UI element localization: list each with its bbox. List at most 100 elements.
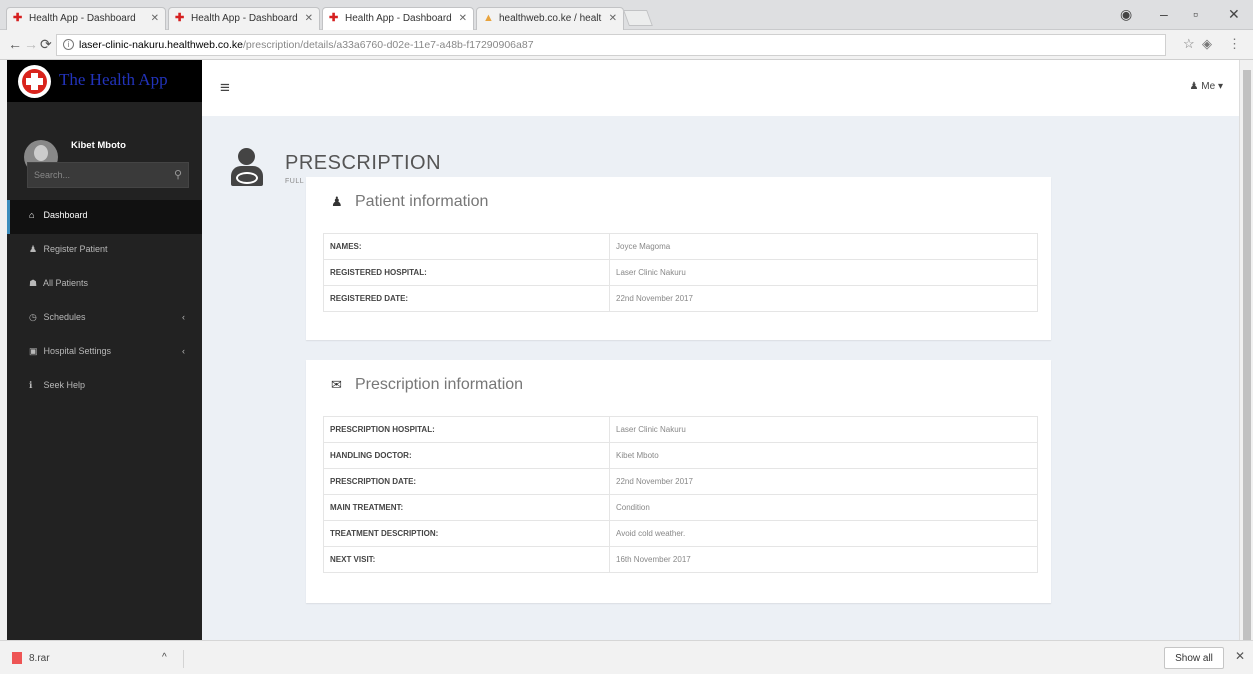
table-row: REGISTERED HOSPITAL: Laser Clinic Nakuru: [323, 259, 1038, 286]
health-app-favicon-icon: ✚: [329, 12, 339, 24]
sidebar-item-label: Register Patient: [43, 244, 108, 254]
sidebar-item-label: All Patients: [43, 278, 89, 288]
browser-tab[interactable]: ✚ Health App - Dashboard ✕: [6, 7, 166, 30]
bookmark-star-icon[interactable]: ☆: [1183, 36, 1195, 52]
sidebar-item-dashboard[interactable]: ⌂ Dashboard: [7, 200, 202, 234]
field-label: NEXT VISIT:: [323, 546, 610, 573]
user-icon: ♟: [1189, 81, 1199, 92]
sidebar: The Health App Kibet Mboto Search... ⚲ ⌂…: [7, 60, 202, 640]
show-all-button[interactable]: Show all: [1164, 647, 1224, 669]
url-input[interactable]: i laser-clinic-nakuru.healthweb.co.ke/pr…: [56, 34, 1166, 56]
envelope-icon: ✉: [331, 377, 342, 392]
phpmyadmin-favicon-icon: ▲: [483, 12, 494, 24]
extension-icon[interactable]: ◈: [1202, 36, 1212, 52]
chevron-up-icon[interactable]: ^: [162, 652, 167, 663]
profile-icon[interactable]: ◉: [1120, 6, 1132, 23]
download-item[interactable]: 8.rar ^: [12, 650, 184, 668]
sidebar-item-hospital-settings[interactable]: ▣ Hospital Settings ‹: [7, 336, 202, 370]
browser-tab[interactable]: ✚ Health App - Dashboard ✕: [322, 7, 474, 30]
tab-title: healthweb.co.ke / healt: [499, 13, 602, 24]
user-menu-dropdown[interactable]: ♟ Me ▾: [1190, 81, 1223, 92]
table-row: PRESCRIPTION HOSPITAL: Laser Clinic Naku…: [323, 416, 1038, 443]
new-tab-button[interactable]: [623, 10, 653, 26]
close-icon[interactable]: ✕: [305, 13, 313, 24]
hamburger-menu-icon[interactable]: ≡: [220, 78, 230, 98]
box-title: Patient information: [355, 193, 489, 210]
site-info-icon[interactable]: i: [63, 39, 74, 50]
close-icon[interactable]: ✕: [1235, 649, 1245, 663]
table-row: PRESCRIPTION DATE: 22nd November 2017: [323, 468, 1038, 495]
field-label: MAIN TREATMENT:: [323, 494, 610, 521]
field-value: Avoid cold weather.: [609, 520, 1038, 547]
field-value: Joyce Magoma: [609, 233, 1038, 260]
vertical-scrollbar[interactable]: [1239, 60, 1253, 644]
tab-title: Health App - Dashboard: [191, 13, 298, 24]
caret-down-icon: ▾: [1217, 81, 1223, 92]
reload-icon[interactable]: ⟳: [40, 36, 52, 53]
user-icon: ♟: [331, 194, 343, 209]
box-header: ✉ Prescription information: [331, 376, 523, 394]
field-label: REGISTERED HOSPITAL:: [323, 259, 610, 286]
table-row: REGISTERED DATE: 22nd November 2017: [323, 285, 1038, 312]
browser-tab-bar: ✚ Health App - Dashboard ✕ ✚ Health App …: [0, 0, 1253, 30]
search-placeholder: Search...: [34, 170, 71, 180]
download-bar: 8.rar ^ Show all ✕: [0, 640, 1253, 674]
field-value: Laser Clinic Nakuru: [609, 259, 1038, 286]
window-close-icon[interactable]: ✕: [1228, 6, 1240, 23]
field-label: TREATMENT DESCRIPTION:: [323, 520, 610, 547]
chevron-left-icon: ‹: [182, 346, 185, 356]
clock-icon: ◷: [29, 312, 37, 322]
logo-bar[interactable]: The Health App: [7, 60, 202, 102]
maximize-icon[interactable]: ▫: [1193, 6, 1198, 22]
sidebar-item-label: Schedules: [43, 312, 86, 322]
minimize-icon[interactable]: –: [1160, 6, 1168, 22]
sidebar-item-register-patient[interactable]: ♟ Register Patient: [7, 234, 202, 268]
table-row: MAIN TREATMENT: Condition: [323, 494, 1038, 521]
table-row: TREATMENT DESCRIPTION: Avoid cold weathe…: [323, 520, 1038, 547]
browser-address-bar: ← → ⟳ i laser-clinic-nakuru.healthweb.co…: [0, 30, 1253, 60]
close-icon[interactable]: ✕: [151, 13, 159, 24]
field-label: HANDLING DOCTOR:: [323, 442, 610, 469]
sidebar-menu: ⌂ Dashboard ♟ Register Patient ☗ All Pat…: [7, 200, 202, 404]
forward-icon[interactable]: →: [24, 36, 38, 52]
table-row: NEXT VISIT: 16th November 2017: [323, 546, 1038, 573]
browser-tab[interactable]: ▲ healthweb.co.ke / healt ✕: [476, 7, 624, 30]
sidebar-item-seek-help[interactable]: ℹ Seek Help: [7, 370, 202, 404]
main-content: PRESCRIPTION FULL DETAILS ♟Patient infor…: [202, 116, 1239, 640]
user-icon: ♟: [29, 244, 38, 254]
sidebar-item-label: Dashboard: [43, 210, 88, 220]
sidebar-user-name: Kibet Mboto: [71, 140, 126, 151]
patient-info-table: NAMES: Joyce Magoma REGISTERED HOSPITAL:…: [323, 233, 1038, 312]
field-value: 22nd November 2017: [609, 468, 1038, 495]
field-value: Kibet Mboto: [609, 442, 1038, 469]
sidebar-item-label: Hospital Settings: [43, 346, 112, 356]
red-cross-logo-icon: [18, 65, 51, 98]
health-app-favicon-icon: ✚: [13, 12, 23, 24]
search-icon[interactable]: ⚲: [174, 168, 182, 181]
field-label: PRESCRIPTION HOSPITAL:: [323, 416, 610, 443]
field-label: PRESCRIPTION DATE:: [323, 468, 610, 495]
close-icon[interactable]: ✕: [609, 13, 617, 24]
table-row: HANDLING DOCTOR: Kibet Mboto: [323, 442, 1038, 469]
scrollbar-thumb[interactable]: [1243, 70, 1251, 644]
field-label: NAMES:: [323, 233, 610, 260]
sidebar-search-input[interactable]: Search... ⚲: [27, 162, 189, 188]
page-title: PRESCRIPTION: [285, 152, 442, 174]
browser-tab[interactable]: ✚ Health App - Dashboard ✕: [168, 7, 320, 30]
close-icon[interactable]: ✕: [459, 13, 467, 24]
info-icon: ℹ: [29, 380, 33, 390]
users-icon: ☗: [29, 278, 38, 288]
user-menu-label: Me: [1201, 81, 1216, 92]
sidebar-item-all-patients[interactable]: ☗ All Patients: [7, 268, 202, 302]
box-header: ♟ Patient information: [331, 193, 488, 211]
browser-menu-icon[interactable]: ⋮: [1228, 36, 1241, 52]
doctor-icon: [229, 148, 267, 188]
field-value: 22nd November 2017: [609, 285, 1038, 312]
briefcase-icon: ▣: [29, 346, 38, 356]
field-value: 16th November 2017: [609, 546, 1038, 573]
tab-title: Health App - Dashboard: [29, 13, 136, 24]
field-value: Condition: [609, 494, 1038, 521]
back-icon[interactable]: ←: [8, 36, 22, 52]
url-path: /prescription/details/a33a6760-d02e-11e7…: [243, 39, 534, 51]
sidebar-item-schedules[interactable]: ◷ Schedules ‹: [7, 302, 202, 336]
